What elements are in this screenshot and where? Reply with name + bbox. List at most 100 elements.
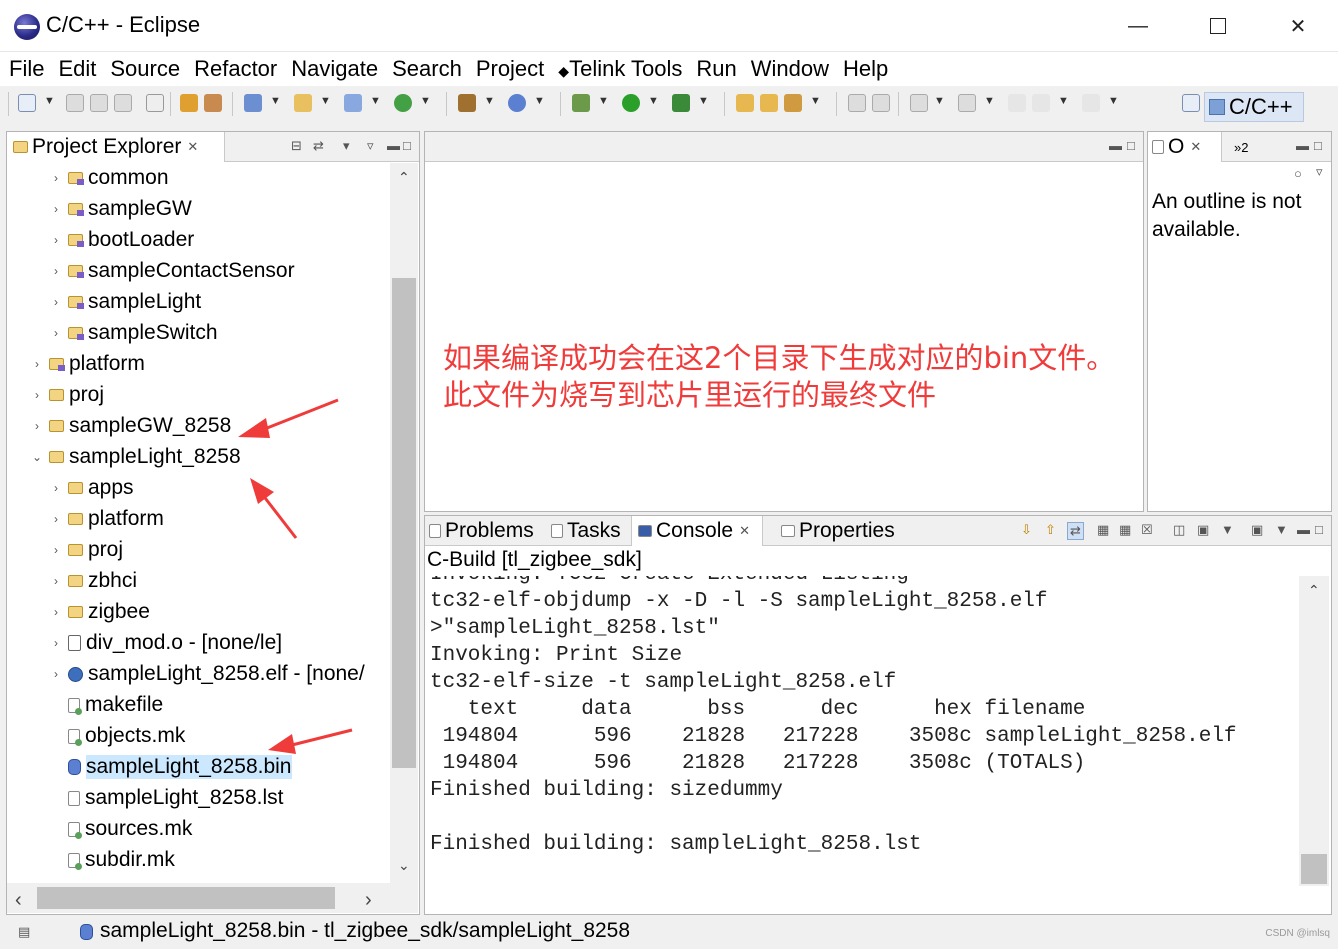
- refresh-icon[interactable]: [394, 94, 412, 112]
- maximize-editor-icon[interactable]: □: [1127, 138, 1135, 153]
- tree-item[interactable]: › sampleGW_8258: [7, 411, 389, 441]
- outline-dropdown-icon[interactable]: ▿: [1316, 164, 1323, 180]
- tree-item[interactable]: sampleLight_8258.lst: [7, 783, 389, 813]
- menu-navigate[interactable]: Navigate: [284, 56, 385, 82]
- scroll-up-icon[interactable]: ⌃: [1308, 582, 1320, 599]
- menu-run[interactable]: Run: [689, 56, 743, 82]
- new-class-icon[interactable]: [344, 94, 362, 112]
- scroll-lock-down-icon[interactable]: ⇩: [1021, 522, 1032, 538]
- tree-item[interactable]: makefile: [7, 690, 389, 720]
- binary-icon[interactable]: [146, 94, 164, 112]
- chevron-right-icon[interactable]: ›: [50, 171, 62, 185]
- chevron-right-icon[interactable]: ›: [50, 295, 62, 309]
- tree-item[interactable]: sampleLight_8258.bin: [7, 752, 389, 782]
- tree-item[interactable]: sources.mk: [7, 814, 389, 844]
- tree-item[interactable]: › platform: [7, 349, 389, 379]
- chevron-right-icon[interactable]: ›: [50, 233, 62, 247]
- menu-file[interactable]: File: [2, 56, 51, 82]
- chevron-right-icon[interactable]: ›: [50, 543, 62, 557]
- external-tools-dropdown-icon[interactable]: ▼: [698, 95, 709, 107]
- tab-outline[interactable]: O ✕: [1148, 132, 1222, 162]
- maximize-view-icon[interactable]: □: [1314, 138, 1322, 153]
- chevron-right-icon[interactable]: ›: [50, 574, 62, 588]
- back-icon[interactable]: [1032, 94, 1050, 112]
- scroll-right-icon[interactable]: ›: [365, 889, 372, 912]
- scroll-down-icon[interactable]: ⌄: [398, 857, 410, 874]
- hammer-icon[interactable]: [458, 94, 476, 112]
- outline-view-menu-icon[interactable]: ○: [1294, 166, 1302, 181]
- tab-project-explorer[interactable]: Project Explorer ✕: [7, 132, 225, 162]
- print-icon[interactable]: [114, 94, 132, 112]
- chevron-right-icon[interactable]: ›: [50, 512, 62, 526]
- chevron-right-icon[interactable]: ›: [50, 605, 62, 619]
- tree-item[interactable]: › sampleLight_8258.elf - [none/: [7, 659, 389, 689]
- tree-item[interactable]: ⌄ sampleLight_8258: [7, 442, 389, 472]
- maximize-view-icon[interactable]: □: [403, 138, 411, 153]
- chevron-right-icon[interactable]: ›: [50, 667, 62, 681]
- minimize-view-icon[interactable]: ▬: [1296, 138, 1309, 153]
- scroll-lock-icon[interactable]: ⇄: [1067, 522, 1084, 540]
- target-dropdown-icon[interactable]: ▼: [534, 95, 545, 107]
- refresh-dropdown-icon[interactable]: ▼: [420, 95, 431, 107]
- tab-tasks[interactable]: Tasks: [551, 516, 621, 546]
- tree-item[interactable]: › sampleLight: [7, 287, 389, 317]
- maximize-view-icon[interactable]: □: [1315, 522, 1323, 537]
- open-console-icon[interactable]: ▣: [1197, 522, 1209, 538]
- tree-item[interactable]: subdir.mk: [7, 845, 389, 875]
- chevron-right-icon[interactable]: ›: [50, 326, 62, 340]
- menu-window[interactable]: Window: [744, 56, 836, 82]
- run-dropdown-icon[interactable]: ▼: [648, 95, 659, 107]
- menu-refactor[interactable]: Refactor: [187, 56, 284, 82]
- forward-dropdown-icon[interactable]: ▼: [1108, 95, 1119, 107]
- horizontal-scroll-thumb[interactable]: [37, 887, 335, 909]
- chevron-right-icon[interactable]: ›: [50, 481, 62, 495]
- new-icon[interactable]: [18, 94, 36, 112]
- tree-item[interactable]: › common: [7, 163, 389, 193]
- minimize-button[interactable]: —: [1108, 0, 1168, 52]
- close-icon[interactable]: ✕: [187, 139, 198, 155]
- open-folder-icon[interactable]: [736, 94, 754, 112]
- new-project-dropdown-icon[interactable]: ▼: [270, 95, 281, 107]
- view-dropdown-icon[interactable]: ▿: [367, 138, 374, 154]
- close-icon[interactable]: ✕: [739, 523, 750, 539]
- tree-item[interactable]: › zbhci: [7, 566, 389, 596]
- chevron-right-icon[interactable]: ›: [31, 357, 43, 371]
- perspective-c-cpp-button[interactable]: C/C++: [1204, 92, 1304, 122]
- open-type-icon[interactable]: [760, 94, 778, 112]
- console-scroll-thumb[interactable]: [1301, 854, 1327, 884]
- forward-icon[interactable]: [1082, 94, 1100, 112]
- prev-annotation-dropdown-icon[interactable]: ▼: [984, 95, 995, 107]
- remove-launch-icon[interactable]: ☒: [1141, 522, 1153, 538]
- last-edit-icon[interactable]: [1008, 94, 1026, 112]
- brush-icon[interactable]: [784, 94, 802, 112]
- debug-icon[interactable]: [572, 94, 590, 112]
- more-views-icon[interactable]: »2: [1234, 132, 1248, 162]
- toggle-mark-icon[interactable]: [848, 94, 866, 112]
- collapse-all-icon[interactable]: ⊟: [291, 138, 302, 154]
- debug-dropdown-icon[interactable]: ▼: [598, 95, 609, 107]
- tree-item[interactable]: › sampleGW: [7, 194, 389, 224]
- run-icon[interactable]: [622, 94, 640, 112]
- menu-source[interactable]: Source: [103, 56, 187, 82]
- new-folder-icon[interactable]: [294, 94, 312, 112]
- tree-item[interactable]: › proj: [7, 380, 389, 410]
- hammer-dropdown-icon[interactable]: ▼: [484, 95, 495, 107]
- new-project-icon[interactable]: [244, 94, 262, 112]
- scroll-left-icon[interactable]: ‹: [15, 889, 22, 912]
- minimize-view-icon[interactable]: ▬: [1297, 522, 1310, 537]
- maximize-button[interactable]: [1188, 0, 1248, 52]
- next-annotation-icon[interactable]: [910, 94, 928, 112]
- menu-search[interactable]: Search: [385, 56, 469, 82]
- build-icon[interactable]: [180, 94, 198, 112]
- chevron-right-icon[interactable]: ›: [31, 388, 43, 402]
- new-console-icon[interactable]: ▣: [1251, 522, 1263, 538]
- external-tools-icon[interactable]: [672, 94, 690, 112]
- chevron-right-icon[interactable]: ›: [50, 202, 62, 216]
- tab-problems[interactable]: Problems: [429, 516, 534, 546]
- console-output[interactable]: Invoking: TC32 Create Extended Listingtc…: [425, 576, 1297, 886]
- open-perspective-icon[interactable]: [1182, 94, 1200, 112]
- show-whitespace-icon[interactable]: [872, 94, 890, 112]
- tree-item[interactable]: › zigbee: [7, 597, 389, 627]
- menu-help[interactable]: Help: [836, 56, 895, 82]
- menu-project[interactable]: Project: [469, 56, 551, 82]
